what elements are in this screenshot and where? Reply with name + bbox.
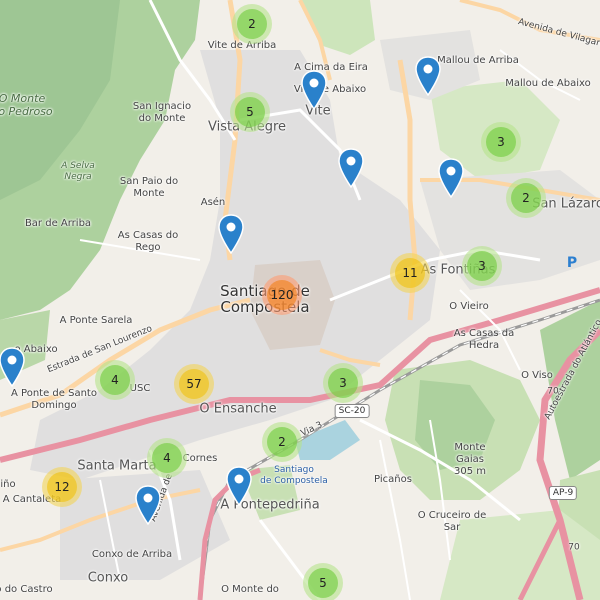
road-label: 70 [568, 542, 580, 553]
cluster-marker[interactable]: 3 [481, 122, 521, 162]
road-shield: AP-9 [548, 486, 578, 500]
map-pin-icon[interactable] [438, 158, 464, 198]
cluster-marker[interactable]: 11 [390, 253, 430, 293]
cluster-count: 11 [395, 258, 425, 288]
map-viewport[interactable]: Vite de Arriba Mallou de Arriba Mallou d… [0, 0, 600, 600]
parking-icon: P [566, 255, 578, 271]
map-pin-icon[interactable] [218, 214, 244, 254]
place-label: o do Castro [0, 584, 53, 595]
place-label: A Ponte de Santo Domingo [11, 388, 97, 411]
place-label: O Viso [521, 370, 553, 381]
cluster-count: 4 [152, 443, 182, 473]
map-pin-icon[interactable] [301, 70, 327, 110]
cluster-marker[interactable]: 2 [262, 422, 302, 462]
cluster-count: 5 [308, 568, 338, 598]
road-shield: SC-20 [334, 404, 370, 418]
cluster-marker[interactable]: 3 [323, 363, 363, 403]
place-label: Bar de Arriba [24, 218, 92, 229]
cluster-marker[interactable]: 4 [147, 438, 187, 478]
cluster-count: 2 [511, 183, 541, 213]
place-label: Mallou de Abaixo [505, 78, 591, 89]
place-label: A Selva Negra [61, 161, 95, 182]
cluster-count: 3 [328, 368, 358, 398]
cluster-marker[interactable]: 4 [95, 360, 135, 400]
place-label: Conxo de Arriba [91, 549, 173, 560]
map-pin-icon[interactable] [226, 466, 252, 506]
place-label: A Ponte Sarela [59, 315, 133, 326]
place-label: O Cruceiro de Sar [417, 510, 487, 533]
cluster-count: 12 [47, 472, 77, 502]
cluster-count: 120 [267, 280, 297, 310]
cluster-marker[interactable]: 3 [462, 246, 502, 286]
cluster-marker[interactable]: 5 [230, 92, 270, 132]
place-label: Conxo [87, 570, 129, 586]
place-label: As Casas da Hedra [453, 328, 515, 351]
place-label: O Monte do [221, 584, 279, 595]
place-label: Cornes [182, 453, 218, 464]
cluster-count: 2 [237, 9, 267, 39]
map-pin-icon[interactable] [135, 485, 161, 525]
cluster-marker[interactable]: 12 [42, 467, 82, 507]
map-pin-icon[interactable] [338, 148, 364, 188]
place-label: O Monte do Pedroso [0, 92, 53, 118]
station-label: Santiago de Compostela [260, 465, 328, 486]
place-label: Vite de Arriba [207, 40, 277, 51]
peak-label: Monte Gaias 305 m [453, 442, 487, 477]
road-label: 70 [547, 386, 559, 397]
place-label: O Vieiro [449, 301, 489, 312]
place-label: Mallou de Arriba [437, 55, 519, 66]
cluster-marker[interactable]: 2 [506, 178, 546, 218]
cluster-marker[interactable]: 57 [174, 364, 214, 404]
cluster-count: 2 [267, 427, 297, 457]
place-label: Asén [200, 197, 226, 208]
place-label: San Ignacio do Monte [132, 101, 192, 124]
place-label: O Ensanche [199, 401, 277, 417]
place-label: Santa Marta [77, 458, 157, 474]
cluster-marker[interactable]: 2 [232, 4, 272, 44]
place-label: iño [0, 479, 16, 490]
map-pin-icon[interactable] [0, 347, 25, 387]
place-label: Picaños [374, 474, 412, 485]
cluster-marker[interactable]: 120 [262, 275, 302, 315]
cluster-count: 57 [179, 369, 209, 399]
cluster-count: 5 [235, 97, 265, 127]
map-pin-icon[interactable] [415, 56, 441, 96]
cluster-marker[interactable]: 5 [303, 563, 343, 600]
place-label: As Casas do Rego [117, 230, 179, 253]
place-label: San Paio do Monte [119, 176, 179, 199]
cluster-count: 3 [467, 251, 497, 281]
cluster-count: 4 [100, 365, 130, 395]
cluster-count: 3 [486, 127, 516, 157]
